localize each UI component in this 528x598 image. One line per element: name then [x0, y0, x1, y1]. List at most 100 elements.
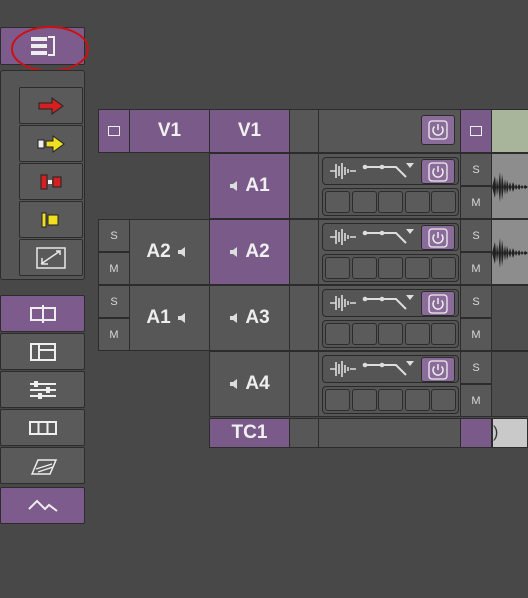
trim-tool-button[interactable]: [19, 239, 83, 276]
waveform-icon[interactable]: [328, 359, 358, 379]
effect-slot[interactable]: [325, 257, 350, 279]
v1-monitor-lock[interactable]: [460, 109, 492, 153]
solo-button[interactable]: S: [460, 285, 492, 318]
grid-view-button[interactable]: [0, 409, 85, 446]
effect-slot[interactable]: [404, 389, 430, 411]
record-track-label: A3: [245, 307, 270, 328]
source-track-a2[interactable]: A1: [129, 285, 210, 351]
sync-lock-cell[interactable]: [289, 285, 319, 351]
speaker-icon: [230, 313, 238, 323]
waveform-icon[interactable]: [328, 161, 358, 181]
sync-lock-cell[interactable]: [289, 351, 319, 417]
effect-slot[interactable]: [351, 323, 377, 345]
volume-graph-icon[interactable]: [362, 293, 418, 313]
record-track-a2[interactable]: A2: [209, 219, 290, 285]
audio-power-button[interactable]: [421, 291, 455, 316]
mute-label: M: [109, 328, 119, 341]
video-source-lock[interactable]: [98, 109, 130, 153]
red-arrow-tool-icon: [38, 96, 64, 115]
effect-slot[interactable]: [431, 191, 456, 213]
waveform-toggle-button[interactable]: [0, 487, 85, 524]
effect-slot[interactable]: [404, 257, 430, 279]
mute-button[interactable]: M: [460, 318, 492, 351]
sequence-view-button[interactable]: [0, 333, 85, 370]
effect-slot[interactable]: [325, 389, 350, 411]
effect-slot[interactable]: [351, 191, 377, 213]
mute-button[interactable]: M: [460, 186, 492, 219]
effect-slot[interactable]: [431, 257, 456, 279]
effect-slot[interactable]: [431, 389, 456, 411]
effect-slot[interactable]: [378, 389, 403, 411]
source-solo-button[interactable]: S: [98, 285, 130, 318]
power-icon: [428, 120, 448, 140]
effect-view-button[interactable]: [0, 447, 85, 484]
source-track-a1[interactable]: A2: [129, 219, 210, 285]
audio-power-button[interactable]: [421, 225, 455, 250]
tc-monitor-lock[interactable]: [460, 418, 492, 448]
effect-slot[interactable]: [351, 257, 377, 279]
solo-label: S: [472, 163, 480, 176]
solo-button[interactable]: S: [460, 219, 492, 252]
mute-label: M: [109, 262, 119, 275]
red-splice-tool-button[interactable]: [19, 163, 83, 200]
effect-slot[interactable]: [404, 323, 430, 345]
record-track-a1[interactable]: A1: [209, 153, 290, 219]
record-track-a3[interactable]: A3: [209, 285, 290, 351]
source-mute-button[interactable]: M: [98, 252, 130, 285]
record-track-label: A4: [245, 373, 270, 394]
mute-button[interactable]: M: [460, 252, 492, 285]
effect-slot[interactable]: [431, 323, 456, 345]
yellow-arrow-tool-button[interactable]: [19, 125, 83, 162]
v1-power-button[interactable]: [421, 115, 455, 145]
grid-view-icon: [28, 420, 57, 435]
sync-lock-cell[interactable]: [289, 219, 319, 285]
empty-track-area: [492, 285, 528, 351]
mute-label: M: [471, 394, 481, 407]
waveform-icon[interactable]: [328, 227, 358, 247]
source-mute-button[interactable]: M: [98, 318, 130, 351]
source-solo-button[interactable]: S: [98, 219, 130, 252]
waveform-toggle-icon: [27, 499, 58, 512]
source-track-v1[interactable]: V1: [129, 109, 210, 153]
effect-slot[interactable]: [378, 257, 403, 279]
timecode-track-label: TC1: [231, 422, 268, 443]
trim-tool-icon: [36, 246, 66, 269]
record-track-a4[interactable]: A4: [209, 351, 290, 417]
red-splice-tool-icon: [40, 174, 62, 189]
timecode-track[interactable]: TC1: [209, 418, 290, 448]
speaker-icon: [230, 181, 238, 191]
effect-slot[interactable]: [351, 389, 377, 411]
effect-slot[interactable]: [404, 191, 430, 213]
speaker-icon: [230, 379, 238, 389]
sync-lock-cell[interactable]: [289, 153, 319, 219]
record-track-v1[interactable]: V1: [209, 109, 290, 153]
speaker-icon: [177, 247, 185, 257]
record-track-label: A2: [245, 241, 270, 262]
effect-slot[interactable]: [378, 191, 403, 213]
effect-slot[interactable]: [325, 323, 350, 345]
waveform-icon[interactable]: [328, 293, 358, 313]
timecode-clip: ): [492, 418, 528, 448]
solo-button[interactable]: S: [460, 351, 492, 384]
red-arrow-tool-button[interactable]: [19, 87, 83, 124]
audio-power-button[interactable]: [421, 159, 455, 184]
timeline-view-button[interactable]: [0, 295, 85, 332]
v1-sync-lock[interactable]: [289, 109, 319, 153]
yellow-segment-tool-icon: [41, 212, 59, 227]
mute-button[interactable]: M: [460, 384, 492, 417]
effect-slot[interactable]: [325, 191, 350, 213]
volume-graph-icon[interactable]: [362, 359, 418, 379]
yellow-segment-tool-button[interactable]: [19, 201, 83, 238]
audio-clip-waveform: [492, 153, 528, 219]
solo-label: S: [472, 229, 480, 242]
audio-clip-waveform: [492, 219, 528, 285]
effect-view-icon: [30, 458, 57, 475]
effect-slot[interactable]: [378, 323, 403, 345]
speaker-icon: [177, 313, 185, 323]
solo-label: S: [110, 229, 118, 242]
volume-graph-icon[interactable]: [362, 161, 418, 181]
solo-button[interactable]: S: [460, 153, 492, 186]
audio-power-button[interactable]: [421, 357, 455, 382]
audio-mixer-button[interactable]: [0, 371, 85, 408]
volume-graph-icon[interactable]: [362, 227, 418, 247]
